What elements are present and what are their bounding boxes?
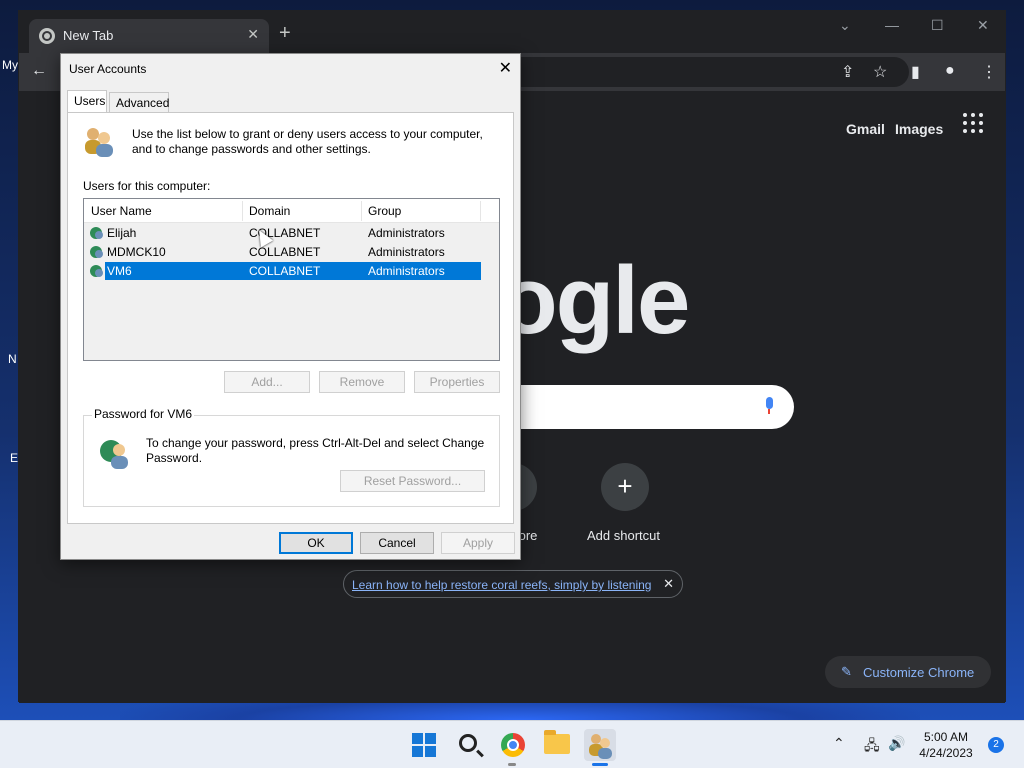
group-cell: Administrators [368, 226, 445, 240]
users-list[interactable]: User Name Domain Group Elijah COLLABNET … [83, 198, 500, 361]
user-row-elijah[interactable]: Elijah COLLABNET Administrators [84, 224, 482, 242]
minimize-icon[interactable]: — [885, 17, 899, 33]
google-apps-icon[interactable] [963, 113, 983, 133]
volume-icon[interactable]: 🔊 [888, 735, 905, 752]
windows-start-icon[interactable] [408, 729, 440, 761]
tab-users[interactable]: Users [67, 90, 107, 112]
desktop-icon-label-e[interactable]: E [10, 451, 18, 465]
group-cell: Administrators [368, 264, 445, 278]
maximize-icon[interactable]: ☐ [931, 17, 944, 34]
user-password-icon [100, 440, 128, 469]
google-logo-text: ogle [499, 247, 690, 354]
tab-title: New Tab [63, 28, 114, 43]
show-hidden-icons-chevron-icon[interactable]: ⌃ [833, 735, 845, 752]
chrome-menu-icon[interactable]: ⋮ [981, 62, 997, 82]
user-accounts-taskbar-icon[interactable] [584, 729, 616, 761]
column-user-name[interactable]: User Name [91, 204, 152, 218]
dialog-close-icon[interactable]: ✕ [499, 58, 512, 78]
domain-cell: COLLABNET [249, 245, 321, 259]
password-instructions: To change your password, press Ctrl-Alt-… [146, 436, 485, 465]
group-cell: Administrators [368, 245, 445, 259]
chrome-tab-new-tab[interactable]: New Tab ✕ [29, 19, 269, 53]
user-row-vm6[interactable]: VM6 COLLABNET Administrators [84, 262, 482, 280]
notification-count-badge[interactable]: 2 [988, 737, 1004, 753]
doodle-notification: Learn how to help restore coral reefs, s… [343, 570, 683, 598]
chrome-favicon-icon [39, 28, 55, 44]
column-group[interactable]: Group [368, 204, 401, 218]
notification-close-icon[interactable]: ✕ [663, 576, 674, 592]
customize-chrome-button[interactable]: ✎ Customize Chrome [825, 656, 991, 688]
network-icon[interactable]: 🖧 [864, 735, 880, 759]
back-arrow-icon[interactable]: ← [31, 62, 47, 80]
add-shortcut-label: Add shortcut [587, 528, 660, 543]
reset-password-button[interactable]: Reset Password... [340, 470, 485, 492]
images-link[interactable]: Images [895, 121, 943, 137]
cancel-button[interactable]: Cancel [360, 532, 434, 554]
bookmark-star-icon[interactable]: ☆ [873, 62, 887, 82]
gmail-link[interactable]: Gmail [846, 121, 885, 137]
user-row-mdmck10[interactable]: MDMCK10 COLLABNET Administrators [84, 243, 482, 261]
tab-search-chevron-icon[interactable]: ⌄ [839, 17, 851, 34]
users-group-icon [85, 128, 113, 157]
desktop-icon-label-my[interactable]: My [2, 58, 18, 72]
user-globe-icon [90, 227, 103, 239]
user-name-cell: Elijah [107, 226, 137, 240]
tab-close-icon[interactable]: ✕ [247, 26, 259, 43]
user-globe-icon [90, 246, 103, 258]
microphone-icon[interactable] [764, 397, 774, 415]
user-name-cell: MDMCK10 [107, 245, 166, 259]
remove-user-button[interactable]: Remove [319, 371, 405, 393]
dialog-title: User Accounts [69, 62, 147, 76]
ok-button[interactable]: OK [279, 532, 353, 554]
active-app-indicator [592, 763, 608, 766]
tab-advanced[interactable]: Advanced [109, 92, 169, 112]
clock-time: 5:00 AM [923, 730, 969, 744]
clock-date: 4/24/2023 [919, 746, 973, 760]
file-explorer-icon[interactable] [544, 730, 570, 754]
desktop-icon-label-n[interactable]: N [8, 352, 17, 366]
list-header: User Name Domain Group [84, 199, 499, 223]
domain-cell: COLLABNET [249, 264, 321, 278]
window-close-icon[interactable]: ✕ [977, 17, 989, 34]
column-domain[interactable]: Domain [249, 204, 290, 218]
add-shortcut-plus-icon[interactable]: + [601, 463, 649, 511]
search-icon[interactable] [459, 734, 477, 752]
users-tab-panel: Use the list below to grant or deny user… [67, 112, 514, 524]
chrome-taskbar-icon[interactable] [501, 733, 525, 757]
user-accounts-dialog: User Accounts ✕ Users Advanced Use the l… [60, 53, 521, 560]
taskbar: ⌃ 🖧 🔊 5:00 AM 4/24/2023 2 [0, 720, 1024, 768]
apply-button[interactable]: Apply [441, 532, 515, 554]
password-group-title: Password for VM6 [92, 407, 195, 421]
password-groupbox: Password for VM6 To change your password… [83, 407, 500, 507]
properties-button[interactable]: Properties [414, 371, 500, 393]
users-for-computer-label: Users for this computer: [83, 179, 211, 193]
chrome-running-indicator [508, 763, 516, 766]
profile-icon[interactable]: ● [945, 62, 955, 80]
share-icon[interactable]: ⇪ [841, 62, 854, 82]
customize-chrome-label: Customize Chrome [863, 665, 975, 680]
chrome-tab-bar: New Tab ✕ + ⌄ — ☐ ✕ [19, 11, 1005, 53]
system-clock[interactable]: 5:00 AM 4/24/2023 [910, 729, 982, 761]
user-name-cell: VM6 [107, 264, 132, 278]
new-tab-plus-icon[interactable]: + [279, 23, 291, 43]
side-panel-icon[interactable]: ▮ [911, 62, 920, 82]
intro-text: Use the list below to grant or deny user… [132, 127, 483, 156]
add-user-button[interactable]: Add... [224, 371, 310, 393]
coral-reefs-link[interactable]: Learn how to help restore coral reefs, s… [352, 578, 651, 592]
user-globe-icon [90, 265, 103, 277]
pencil-icon: ✎ [841, 664, 852, 679]
